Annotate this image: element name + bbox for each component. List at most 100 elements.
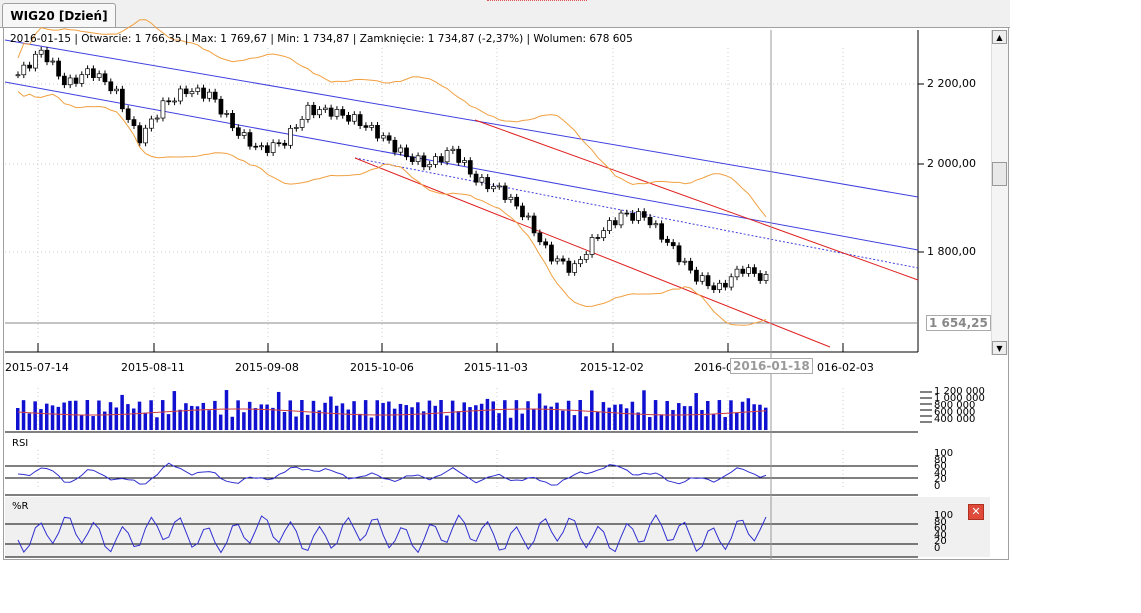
- date-tick: 2015-08-11: [121, 361, 185, 374]
- candle: [62, 75, 67, 86]
- candle: [728, 276, 734, 288]
- candle: [259, 145, 264, 148]
- candle: [33, 53, 38, 69]
- volume-bar: [33, 401, 37, 430]
- volume-bar: [624, 408, 629, 430]
- volume-bar: [166, 414, 171, 430]
- chart-canvas[interactable]: [0, 0, 1141, 613]
- candle: [491, 186, 496, 190]
- candle: [427, 164, 433, 168]
- volume-bar: [711, 414, 716, 430]
- volume-bar: [508, 417, 513, 430]
- scroll-down-button[interactable]: ▼: [992, 341, 1007, 355]
- volume-bar: [619, 404, 623, 430]
- volume-bar: [433, 405, 437, 430]
- candle: [178, 88, 183, 102]
- candle: [305, 104, 311, 120]
- volume-bar: [474, 405, 478, 430]
- volume-bar: [503, 400, 507, 430]
- candle: [450, 148, 456, 151]
- candle: [50, 60, 56, 63]
- volume-bar: [311, 400, 316, 430]
- candle: [27, 64, 32, 69]
- volume-bar: [323, 402, 327, 430]
- volume-bar: [677, 403, 681, 430]
- date-tick: 2016-0: [694, 361, 733, 374]
- candle: [479, 177, 485, 183]
- volume-bar: [549, 406, 553, 430]
- candle: [641, 211, 647, 218]
- volume-bar: [584, 416, 588, 430]
- volume-bar: [184, 403, 188, 430]
- volume-bar: [648, 417, 652, 430]
- date-tick: 2015-09-08: [235, 361, 299, 374]
- candle: [386, 135, 392, 141]
- volume-bar: [149, 400, 153, 430]
- candle: [734, 268, 740, 278]
- candle: [496, 185, 502, 188]
- candle: [166, 100, 172, 103]
- candle: [143, 127, 148, 144]
- candle: [241, 132, 247, 136]
- candle: [694, 269, 699, 282]
- candle: [253, 145, 259, 148]
- candle: [340, 109, 346, 116]
- candle: [433, 156, 438, 165]
- volume-bar: [613, 404, 617, 430]
- candle: [612, 220, 618, 226]
- volume-bar: [578, 400, 582, 430]
- volume-bar: [131, 408, 136, 430]
- volume-bar: [288, 400, 293, 430]
- volume-bar: [114, 407, 119, 430]
- candle: [131, 119, 137, 126]
- candle: [363, 125, 369, 128]
- volume-bar: [392, 408, 397, 430]
- candle: [96, 73, 102, 78]
- candle: [670, 242, 676, 247]
- candle: [514, 196, 520, 207]
- volume-bar: [758, 404, 762, 430]
- volume-bar: [172, 391, 177, 430]
- close-indicator-button[interactable]: ✕: [968, 504, 984, 520]
- candle: [462, 160, 467, 163]
- candle: [566, 260, 572, 273]
- volume-bar: [126, 404, 130, 430]
- volume-bar: [746, 398, 751, 430]
- volume-bar: [27, 413, 32, 430]
- candle: [334, 109, 340, 117]
- candle: [636, 211, 641, 221]
- candle: [717, 282, 722, 290]
- candle: [705, 275, 711, 287]
- date-tick: 2015-10-06: [350, 361, 414, 374]
- volume-bar: [723, 417, 727, 430]
- volume-bar: [282, 412, 287, 430]
- volume-bar: [137, 401, 142, 430]
- candle: [757, 273, 763, 281]
- scroll-up-button[interactable]: ▲: [992, 30, 1007, 44]
- volume-bar: [694, 393, 698, 430]
- candle: [189, 91, 195, 95]
- volume-bar: [44, 403, 49, 430]
- volume-bar: [271, 407, 275, 430]
- volume-bar: [659, 414, 664, 430]
- vertical-scrollbar[interactable]: ▲ ▼: [991, 30, 1008, 355]
- candle: [264, 145, 270, 153]
- volume-bar: [68, 400, 72, 430]
- volume-bar: [735, 412, 739, 430]
- scroll-thumb[interactable]: [992, 162, 1007, 186]
- volume-bar: [595, 411, 600, 430]
- candle: [688, 260, 693, 271]
- candle: [328, 107, 334, 117]
- volume-bar: [520, 413, 524, 430]
- candle: [160, 100, 166, 119]
- candle: [375, 125, 380, 139]
- volume-bar: [682, 406, 687, 430]
- volume-bar: [381, 402, 385, 430]
- candle: [589, 237, 595, 255]
- volume-bar: [717, 400, 722, 430]
- channel-line: [4, 81, 919, 251]
- volume-bar: [102, 411, 107, 430]
- candle: [699, 275, 705, 282]
- volume-bar: [16, 408, 20, 430]
- wr-label: %R: [12, 501, 29, 512]
